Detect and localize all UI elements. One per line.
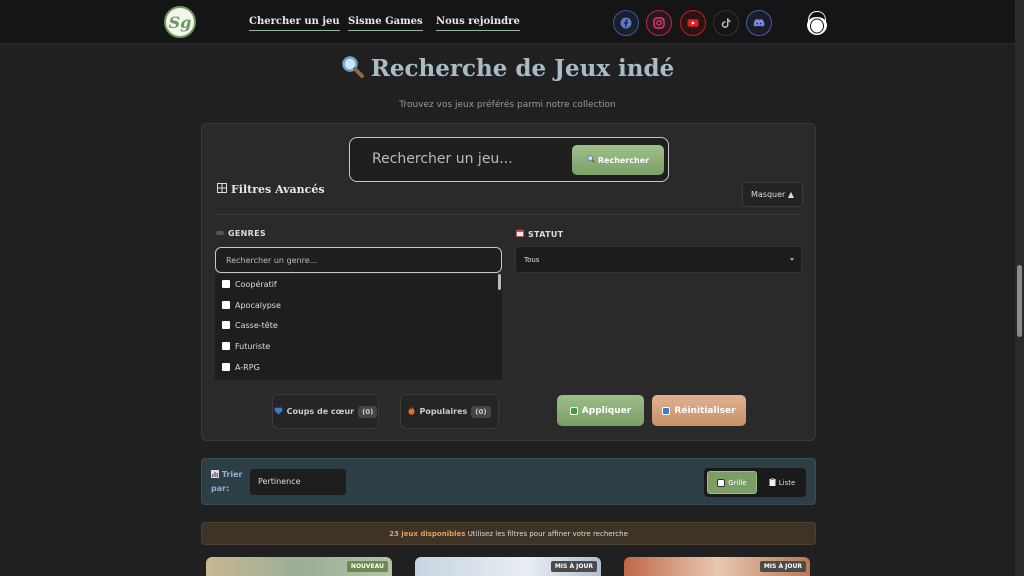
refresh-icon — [662, 406, 671, 415]
popular-label: Populaires — [419, 407, 468, 416]
reset-button[interactable]: Réinitialiser — [652, 395, 746, 426]
bar-chart-icon — [211, 469, 219, 482]
status-select[interactable]: Tous — [515, 246, 802, 273]
genre-list-scrollbar[interactable] — [498, 274, 501, 290]
facebook-icon[interactable] — [613, 10, 639, 36]
page-scrollbar[interactable] — [1015, 0, 1024, 576]
game-search-input[interactable]: Rechercher un jeu... — [372, 151, 513, 167]
checkbox[interactable] — [222, 280, 230, 288]
genre-item-label: Casse-tête — [235, 320, 278, 330]
filters-title: Filtres Avancés — [217, 183, 325, 196]
status-label-text: STATUT — [528, 229, 564, 239]
magnifier-icon — [341, 55, 365, 85]
instagram-icon[interactable] — [646, 10, 672, 36]
favorites-count: (0) — [358, 405, 378, 418]
page-title-text: Recherche de Jeux indé — [370, 55, 675, 82]
game-search-box: Rechercher un jeu... Rechercher — [349, 137, 669, 182]
search-button[interactable]: Rechercher — [572, 145, 664, 175]
user-avatar[interactable] — [804, 9, 830, 37]
apply-button[interactable]: Appliquer — [557, 395, 644, 426]
results-count-bar: 23 jeux disponibles Utilisez les filtres… — [201, 522, 816, 545]
genre-item-cooperatif[interactable]: Coopératif — [222, 278, 277, 290]
clipboard-icon — [769, 477, 776, 488]
favorites-filter-button[interactable]: Coups de cœur (0) — [272, 394, 379, 429]
sort-label: Trier par: — [211, 468, 251, 495]
genre-item-a-rpg[interactable]: A-RPG — [222, 361, 260, 373]
genre-item-casse-tete[interactable]: Casse-tête — [222, 319, 278, 331]
card-badge: NOUVEAU — [346, 561, 388, 572]
tiktok-icon[interactable] — [713, 10, 739, 36]
view-grid-label: Grille — [728, 478, 747, 487]
scrollbar-thumb[interactable] — [1017, 265, 1022, 337]
reset-button-label: Réinitialiser — [674, 405, 736, 416]
checkbox[interactable] — [222, 363, 230, 371]
hide-filters-button[interactable]: Masquer ▲ — [742, 182, 803, 207]
sort-select[interactable]: Pertinence — [250, 469, 346, 495]
checkbox[interactable] — [222, 321, 230, 329]
genre-item-label: A-RPG — [235, 362, 260, 372]
controller-icon — [216, 229, 224, 238]
nav-link-join-us[interactable]: Nous rejoindre — [436, 16, 520, 31]
filter-panel: Rechercher un jeu... Rechercher Filtres … — [201, 123, 816, 441]
view-toggle: Grille Liste — [704, 468, 806, 497]
genres-label-text: GENRES — [228, 229, 266, 238]
filters-title-text: Filtres Avancés — [231, 183, 325, 196]
genre-item-label: Futuriste — [235, 341, 271, 351]
page-title: Recherche de Jeux indé — [0, 55, 1015, 85]
page-subtitle: Trouvez vos jeux préférés parmi notre co… — [399, 100, 616, 110]
grid-view-icon — [717, 478, 726, 487]
nav-link-search-game[interactable]: Chercher un jeu — [249, 16, 340, 31]
genre-list[interactable]: Coopératif Apocalypse Casse-tête Futuris… — [215, 274, 502, 380]
genres-label: GENRES — [216, 229, 266, 238]
nav-link-sisme-games[interactable]: Sisme Games — [348, 16, 423, 31]
game-card[interactable]: MIS À JOUR — [624, 557, 810, 576]
popular-count: (0) — [471, 405, 491, 418]
check-icon — [569, 406, 578, 415]
heart-icon — [274, 407, 283, 417]
filters-divider — [216, 214, 802, 215]
card-badge: MIS À JOUR — [550, 561, 597, 572]
checkbox[interactable] — [222, 342, 230, 350]
search-icon — [587, 155, 595, 165]
view-grid-button[interactable]: Grille — [707, 471, 757, 494]
top-nav: Sg Chercher un jeu Sisme Games Nous rejo… — [0, 0, 1015, 44]
results-count: 23 jeux disponibles — [389, 530, 466, 538]
youtube-icon[interactable] — [680, 10, 706, 36]
genre-item-label: Coopératif — [235, 279, 277, 289]
popular-filter-button[interactable]: Populaires (0) — [400, 394, 499, 429]
sort-bar: Trier par: Pertinence Grille Liste — [201, 458, 816, 505]
discord-icon[interactable] — [746, 10, 772, 36]
card-badge: MIS À JOUR — [759, 561, 806, 572]
genre-item-apocalypse[interactable]: Apocalypse — [222, 299, 281, 311]
status-label: STATUT — [516, 229, 563, 239]
genre-item-label: Apocalypse — [235, 300, 281, 310]
results-hint: Utilisez les filtres pour affiner votre … — [467, 530, 628, 538]
genre-item-futuriste[interactable]: Futuriste — [222, 340, 270, 352]
game-card[interactable]: MIS À JOUR — [415, 557, 601, 576]
view-list-label: Liste — [778, 478, 796, 487]
status-select-value: Tous — [524, 256, 540, 264]
game-card[interactable]: NOUVEAU — [206, 557, 392, 576]
checkbox[interactable] — [222, 301, 230, 309]
search-button-label: Rechercher — [597, 155, 650, 165]
grid-icon — [217, 183, 227, 196]
apply-button-label: Appliquer — [581, 405, 632, 416]
favorites-label: Coups de cœur — [286, 407, 355, 416]
site-logo[interactable]: Sg — [164, 6, 196, 38]
view-list-button[interactable]: Liste — [760, 471, 804, 494]
fire-icon — [408, 406, 415, 417]
calendar-icon — [516, 229, 524, 239]
genre-search-input[interactable]: Rechercher un genre... — [215, 247, 502, 273]
chevron-down-icon — [790, 258, 794, 261]
